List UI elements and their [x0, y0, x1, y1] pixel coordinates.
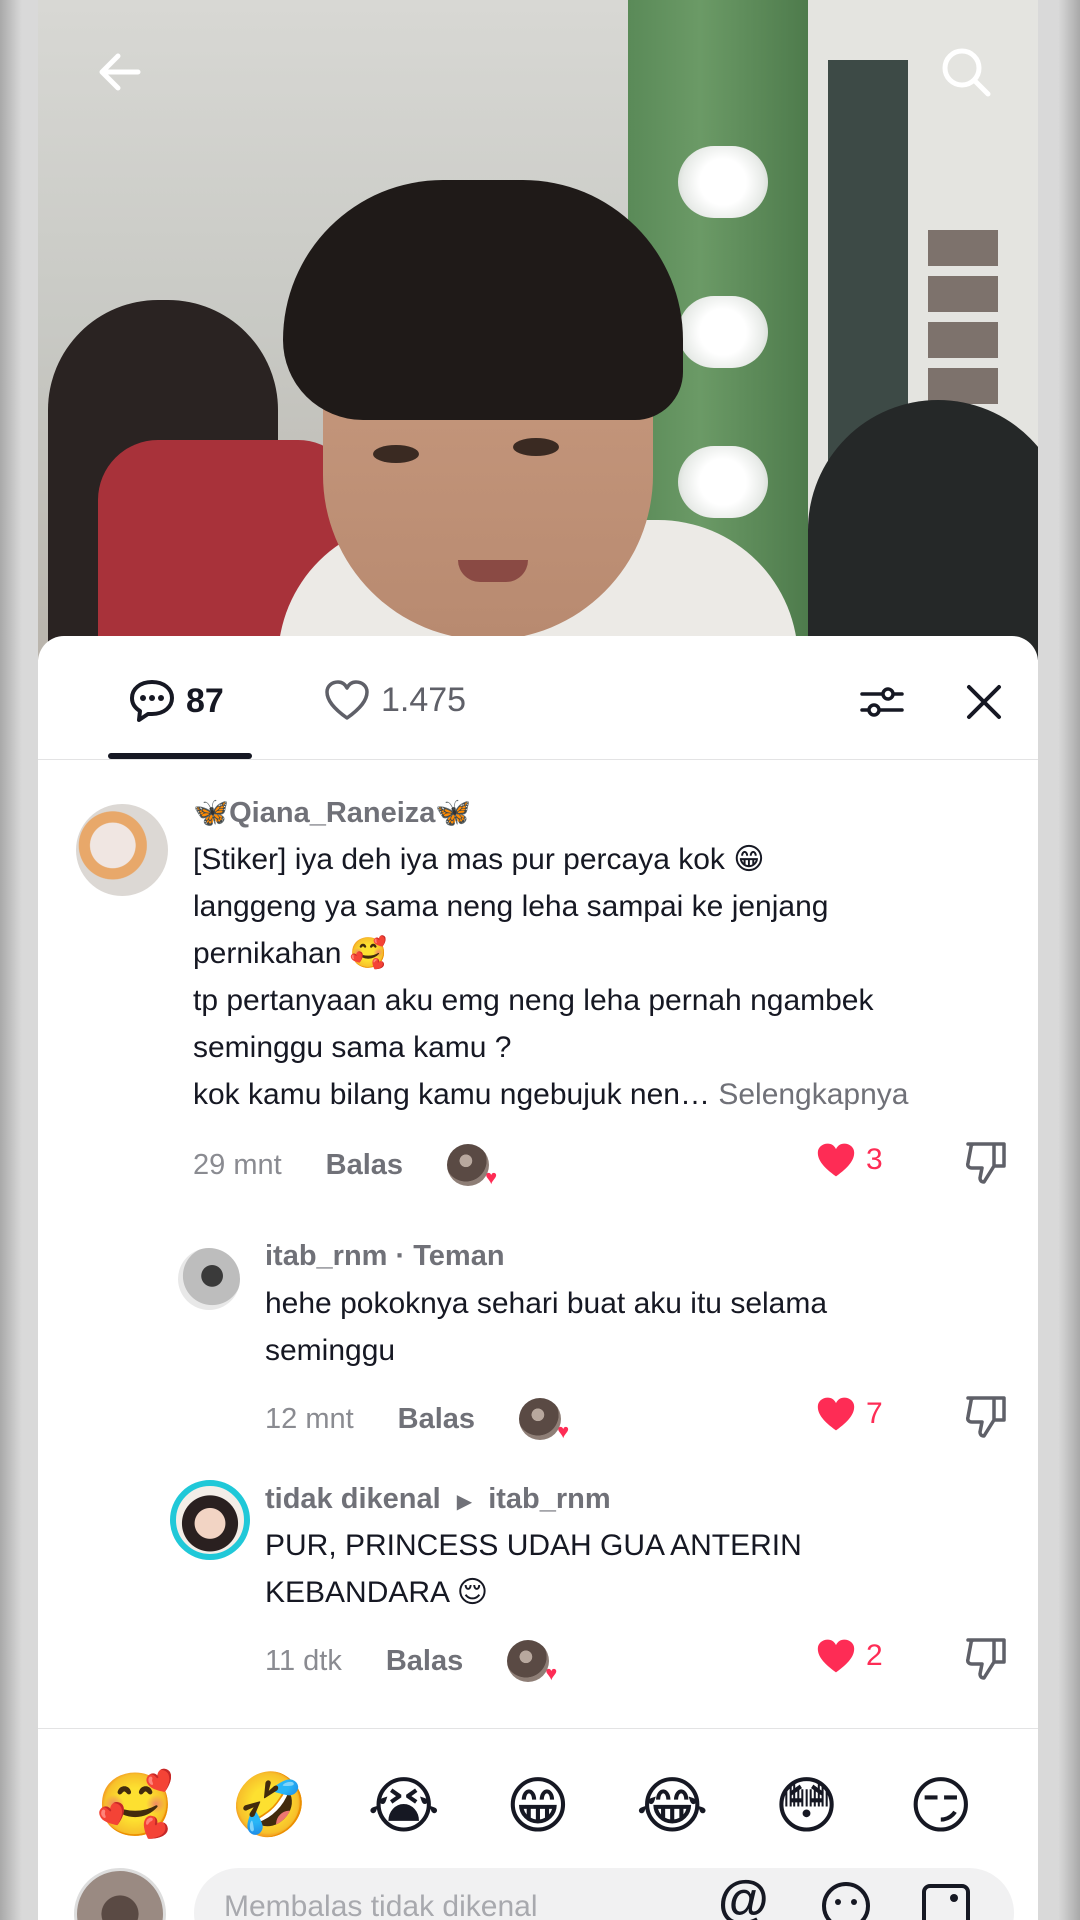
comment-like-button[interactable]: 2 — [814, 1636, 883, 1676]
comment-text: PUR, PRINCESS UDAH GUA ANTERIN KEBANDARA… — [265, 1529, 802, 1609]
comment-text: [Stiker] iya deh iya mas pur percaya kok… — [193, 843, 909, 1111]
comment-text: hehe pokoknya sehari buat aku itu selama… — [265, 1287, 828, 1367]
avatar[interactable] — [170, 1480, 250, 1560]
comment-meta: 12 mnt Balas ♥ — [265, 1398, 569, 1443]
emoji-button[interactable]: 🥰 — [95, 1768, 175, 1842]
comment-time: 29 mnt — [193, 1148, 282, 1181]
comment-like-button[interactable]: 7 — [814, 1394, 883, 1434]
like-count: 3 — [866, 1143, 883, 1176]
comment-username[interactable]: 🦋Qiana_Raneiza🦋 — [193, 796, 472, 830]
comment-like-button[interactable]: 3 — [814, 1140, 883, 1180]
back-arrow-icon[interactable] — [88, 40, 152, 104]
comment-meta: 11 dtk Balas ♥ — [265, 1640, 557, 1685]
emoji-button[interactable]: 😳 — [767, 1769, 847, 1842]
likes-count: 1.475 — [381, 680, 467, 719]
comments-sheet-header: 87 1.475 — [38, 636, 1038, 760]
tab-likes[interactable]: 1.475 — [323, 678, 466, 722]
emoji-button[interactable]: 😏 — [901, 1769, 981, 1842]
reply-arrow-icon: ▶ — [456, 1491, 473, 1513]
creator-liked-badge: ♥ — [447, 1144, 497, 1189]
mention-icon[interactable]: @ — [718, 1870, 769, 1920]
dislike-icon[interactable] — [962, 1634, 1010, 1682]
filter-sliders-icon[interactable] — [856, 676, 908, 728]
like-count: 7 — [866, 1397, 883, 1430]
emoji-quick-bar: 🥰 🤣 😭 😁 😂 😳 😏 — [38, 1760, 1038, 1850]
search-icon[interactable] — [934, 40, 998, 104]
emoji-button[interactable]: 🤣 — [229, 1768, 309, 1842]
comments-count: 87 — [186, 681, 224, 720]
my-avatar — [74, 1868, 166, 1920]
dislike-icon[interactable] — [962, 1392, 1010, 1440]
tab-comments[interactable]: 87 — [128, 678, 224, 724]
heart-filled-icon — [817, 1639, 855, 1673]
creator-liked-badge: ♥ — [519, 1398, 569, 1443]
phone-screen: 87 1.475 🦋Qiana_Raneiza🦋 [Stiker] iya de… — [38, 0, 1038, 1920]
see-more-link[interactable]: Selengkapnya — [718, 1078, 908, 1111]
avatar[interactable] — [76, 804, 168, 896]
comment-bubble-icon — [130, 680, 174, 722]
comment-input-row: Membalas tidak dikenal @ — [38, 1868, 1038, 1920]
dislike-icon[interactable] — [962, 1138, 1010, 1186]
emoji-button[interactable]: 😂 — [632, 1769, 712, 1842]
emoji-button[interactable]: 😁 — [498, 1769, 578, 1842]
comment-time: 11 dtk — [265, 1644, 342, 1677]
emoji-button[interactable]: 😭 — [364, 1769, 444, 1842]
image-icon[interactable] — [918, 1878, 974, 1920]
comment-input[interactable]: Membalas tidak dikenal — [194, 1868, 1014, 1920]
close-icon[interactable] — [958, 676, 1010, 728]
avatar[interactable] — [178, 1248, 240, 1310]
comment-meta: 29 mnt Balas ♥ — [193, 1144, 497, 1189]
emoji-icon[interactable] — [818, 1878, 874, 1920]
heart-outline-icon — [325, 680, 369, 720]
comment-username[interactable]: itab_rnm · Teman — [265, 1240, 505, 1273]
comment-username[interactable]: tidak dikenal ▶ itab_rnm — [265, 1483, 611, 1516]
reply-button[interactable]: Balas — [386, 1645, 463, 1678]
like-count: 2 — [866, 1639, 883, 1672]
heart-filled-icon — [817, 1397, 855, 1431]
creator-liked-badge: ♥ — [507, 1640, 557, 1685]
comment-time: 12 mnt — [265, 1402, 354, 1435]
divider — [38, 1728, 1038, 1729]
active-tab-indicator — [108, 753, 252, 759]
reply-button[interactable]: Balas — [398, 1403, 475, 1436]
reply-button[interactable]: Balas — [326, 1149, 403, 1182]
heart-filled-icon — [817, 1143, 855, 1177]
video-player[interactable] — [38, 0, 1038, 660]
